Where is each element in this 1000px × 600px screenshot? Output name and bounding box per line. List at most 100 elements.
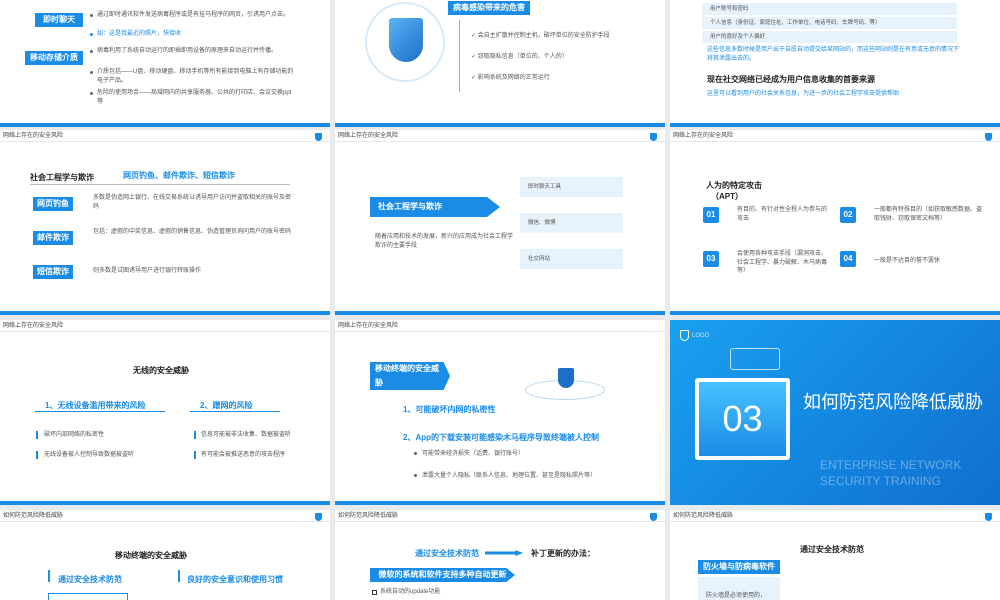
shield-icon [389,18,423,62]
bullet-dot [414,474,417,477]
point-number-04: 04 [840,251,856,267]
shield-icon [650,133,657,141]
point-text-03: 会使用各种攻击手段（漏洞攻击、社会工程学、暴力破解、木马病毒等） [737,251,828,274]
bullet-dot [90,92,93,95]
harm-item-2-text: 窃取隐私信息（单位的、个人的） [477,54,568,60]
channel-box-3: 社交网站 [520,249,623,269]
info-box-2: 个人信息（身份证、家庭住址、工作单位、电话号码、车牌号码、等） [702,17,957,29]
slide-footer-bar [335,311,665,315]
phishing-tag: 网页钓鱼 [33,197,73,211]
timeline-line [459,20,460,92]
point-text-02: 一般都有特殊目的（如获取敏感数据、盗取钱财、窃取保密文档等） [874,207,983,222]
slide-header: 如何防范风险降低威胁 [335,510,665,522]
defense-heading-habits: 良好的安全意识和使用习惯 [187,575,283,584]
wireless-risk-heading-2: 2、蹭网的风险 [200,401,253,410]
harm-item-3-text: 影响系统及网络的正常运行 [477,75,550,81]
list-marker [48,570,50,582]
shield-icon [985,133,992,141]
slide-2-thumbnail[interactable]: 病毒感染带来的危害 ✓ 会自主扩散并控制主机，破坏单位的安全防护手段 ✓ 窃取隐… [335,0,665,127]
bullet-dot [90,33,93,36]
point-text-01: 有目的、有针对性全程人为参与的攻击 [737,207,828,222]
patch-method-title: 补丁更新的办法： [531,549,595,558]
mobile-bullet-2: 泄露大量个人隐私（联系人信息、地理位置、甚至是隐私照片等） [422,473,597,479]
slide-footer-bar [0,501,330,505]
slide-header: 网络上存在的安全风险 [335,130,665,142]
phishing-text: 多数是伪造网上银行、在线交易系统以诱导用户访问并盗取相关的账号及密码 [93,195,292,210]
slide-3-thumbnail[interactable]: 用户账号和密码 个人信息（身份证、家庭住址、工作单位、电话号码、车牌号码、等） … [670,0,1000,127]
heading-underline [35,411,165,412]
slide-1-thumbnail[interactable]: 即时聊天 通过即时通讯软件发送病毒程序或是有挂马程序的网页，引诱用户点击。 如：… [0,0,330,127]
fraud-types-subtitle: 网页钓鱼、邮件欺诈、短信欺诈 [123,171,235,180]
tech-defense-title: 通过安全技术防范 [800,545,864,554]
slide-4-thumbnail[interactable]: 网络上存在的安全风险 社会工程学与欺诈 网页钓鱼、邮件欺诈、短信欺诈 网页钓鱼 … [0,130,330,315]
firewall-text: 防火墙是必须使用的， [706,593,767,599]
slide-footer-bar [670,311,1000,315]
removable-media-text-1: 病毒利用了系统自动运行的即插即用设备的原理来自动运行并传播。 [97,48,278,54]
checkbox-icon [372,590,377,595]
slide-11-thumbnail[interactable]: 如何防范风险降低威胁 通过安全技术防范 补丁更新的办法： 微软的系统和软件支持多… [335,510,665,600]
list-marker [36,431,38,439]
harm-item-2: ✓ 窃取隐私信息（单位的、个人的） [471,54,568,60]
mobile-point-2: 2、App的下载安装可能感染木马程序导致终端被人控制 [403,433,599,442]
bullet-dot [90,50,93,53]
info-note-1: 这些信息多数时候是用户出于自愿自动提交给某网站的，而这些网站则是在有意或无意的情… [707,47,960,62]
point-number-02: 02 [840,207,856,223]
slide-footer-bar [335,501,665,505]
title-underline [30,184,290,185]
auto-update-item: 系统自动的update功能 [380,589,441,595]
monitor-graphic: 03 [695,378,790,460]
arrow-right-icon [485,550,523,556]
slide-footer-bar [670,123,1000,127]
info-box-1: 用户账号和密码 [702,3,957,15]
info-note-2: 这里可以看到用户的社会关系信息，为进一步的社会工程学攻击提供帮助 [707,91,900,97]
shield-icon [985,513,992,521]
content-box [48,593,128,600]
im-chat-text: 通过即时通讯软件发送病毒程序或是有挂马程序的网页，引诱用户点击。 [97,12,290,18]
social-engineering-arrow: 社会工程学与欺诈 [370,197,500,217]
mobile-point-1: 1、可能破坏内网的私密性 [403,405,496,414]
slide-header: 网络上存在的安全风险 [0,130,330,142]
social-engineering-title: 社会工程学与欺诈 [30,173,94,182]
slide-header: 网络上存在的安全风险 [670,130,1000,142]
wireless-risk-left-1: 破坏内部网络的私密性 [44,432,105,438]
list-marker [178,570,180,582]
slide-7-thumbnail[interactable]: 网络上存在的安全风险 无线的安全威胁 1、无线设备滥用带来的风险 2、蹭网的风险… [0,320,330,505]
harm-item-1: ✓ 会自主扩散并控制主机，破坏单位的安全防护手段 [471,33,610,39]
list-marker [194,431,196,439]
section-title: 如何防范风险降低威胁 [803,392,983,412]
slide-footer-bar [335,123,665,127]
wireless-threat-title: 无线的安全威胁 [133,366,189,375]
bullet-dot [90,71,93,74]
slide-8-thumbnail[interactable]: 网络上存在的安全风险 移动终端的安全威胁 1、可能破坏内网的私密性 2、App的… [335,320,665,505]
harm-item-1-text: 会自主扩散并控制主机，破坏单位的安全防护手段 [477,33,610,39]
chat-bubble-graphic [730,348,780,370]
info-box-3: 用户的喜好及个人偏好 [702,31,957,43]
bullet-dot [414,452,417,455]
point-number-01: 01 [703,207,719,223]
mobile-defense-title: 移动终端的安全威胁 [115,551,187,560]
social-engineering-text: 随着应用和技术的发展，新兴的应用成为社会工程学欺诈的主要手段 [375,234,514,249]
point-text-04: 一般是不达目的誓不罢休 [874,258,941,264]
harm-item-3: ✓ 影响系统及网络的正常运行 [471,75,550,81]
slide-header: 如何防范风险降低威胁 [670,510,1000,522]
slide-9-thumbnail[interactable]: LOGO 03 如何防范风险降低威胁 ENTERPRISE NETWORK SE… [670,320,1000,505]
logo-shield-icon [680,330,689,341]
mobile-threat-tag: 移动终端的安全威胁 [370,362,450,390]
firewall-antivirus-tag: 防火墙与防病毒软件 [698,560,780,574]
im-chat-tag: 即时聊天 [35,13,83,27]
point-number-03: 03 [703,251,719,267]
logo-text: LOGO [692,333,710,339]
channel-box-1: 即时聊天工具 [520,177,623,197]
slide-6-thumbnail[interactable]: 网络上存在的安全风险 人为的特定攻击 （APT） 01 有目的、有针对性全程人为… [670,130,1000,315]
social-network-title: 现在社交网络已经成为用户信息收集的首要来源 [707,75,875,84]
wireless-risk-heading-1: 1、无线设备滥用带来的风险 [45,401,146,410]
heading-underline [190,411,280,412]
slide-5-thumbnail[interactable]: 网络上存在的安全风险 社会工程学与欺诈 随着应用和技术的发展，新兴的应用成为社会… [335,130,665,315]
slide-12-thumbnail[interactable]: 如何防范风险降低威胁 通过安全技术防范 防火墙与防病毒软件 防火墙是必须使用的， [670,510,1000,600]
apt-subtitle: （APT） [711,192,743,201]
sms-fraud-text: 则多数是试图诱导用户进行银行转账操作 [93,268,202,274]
sms-fraud-tag: 短信欺诈 [33,265,73,279]
slide-10-thumbnail[interactable]: 如何防范风险降低威胁 移动终端的安全威胁 通过安全技术防范 良好的安全意识和使用… [0,510,330,600]
email-fraud-text: 包括：虚假的中奖信息、虚假的销售信息、伪造管理员询问用户的账号密码 [93,229,292,235]
section-english-2: SECURITY TRAINING [820,474,941,488]
